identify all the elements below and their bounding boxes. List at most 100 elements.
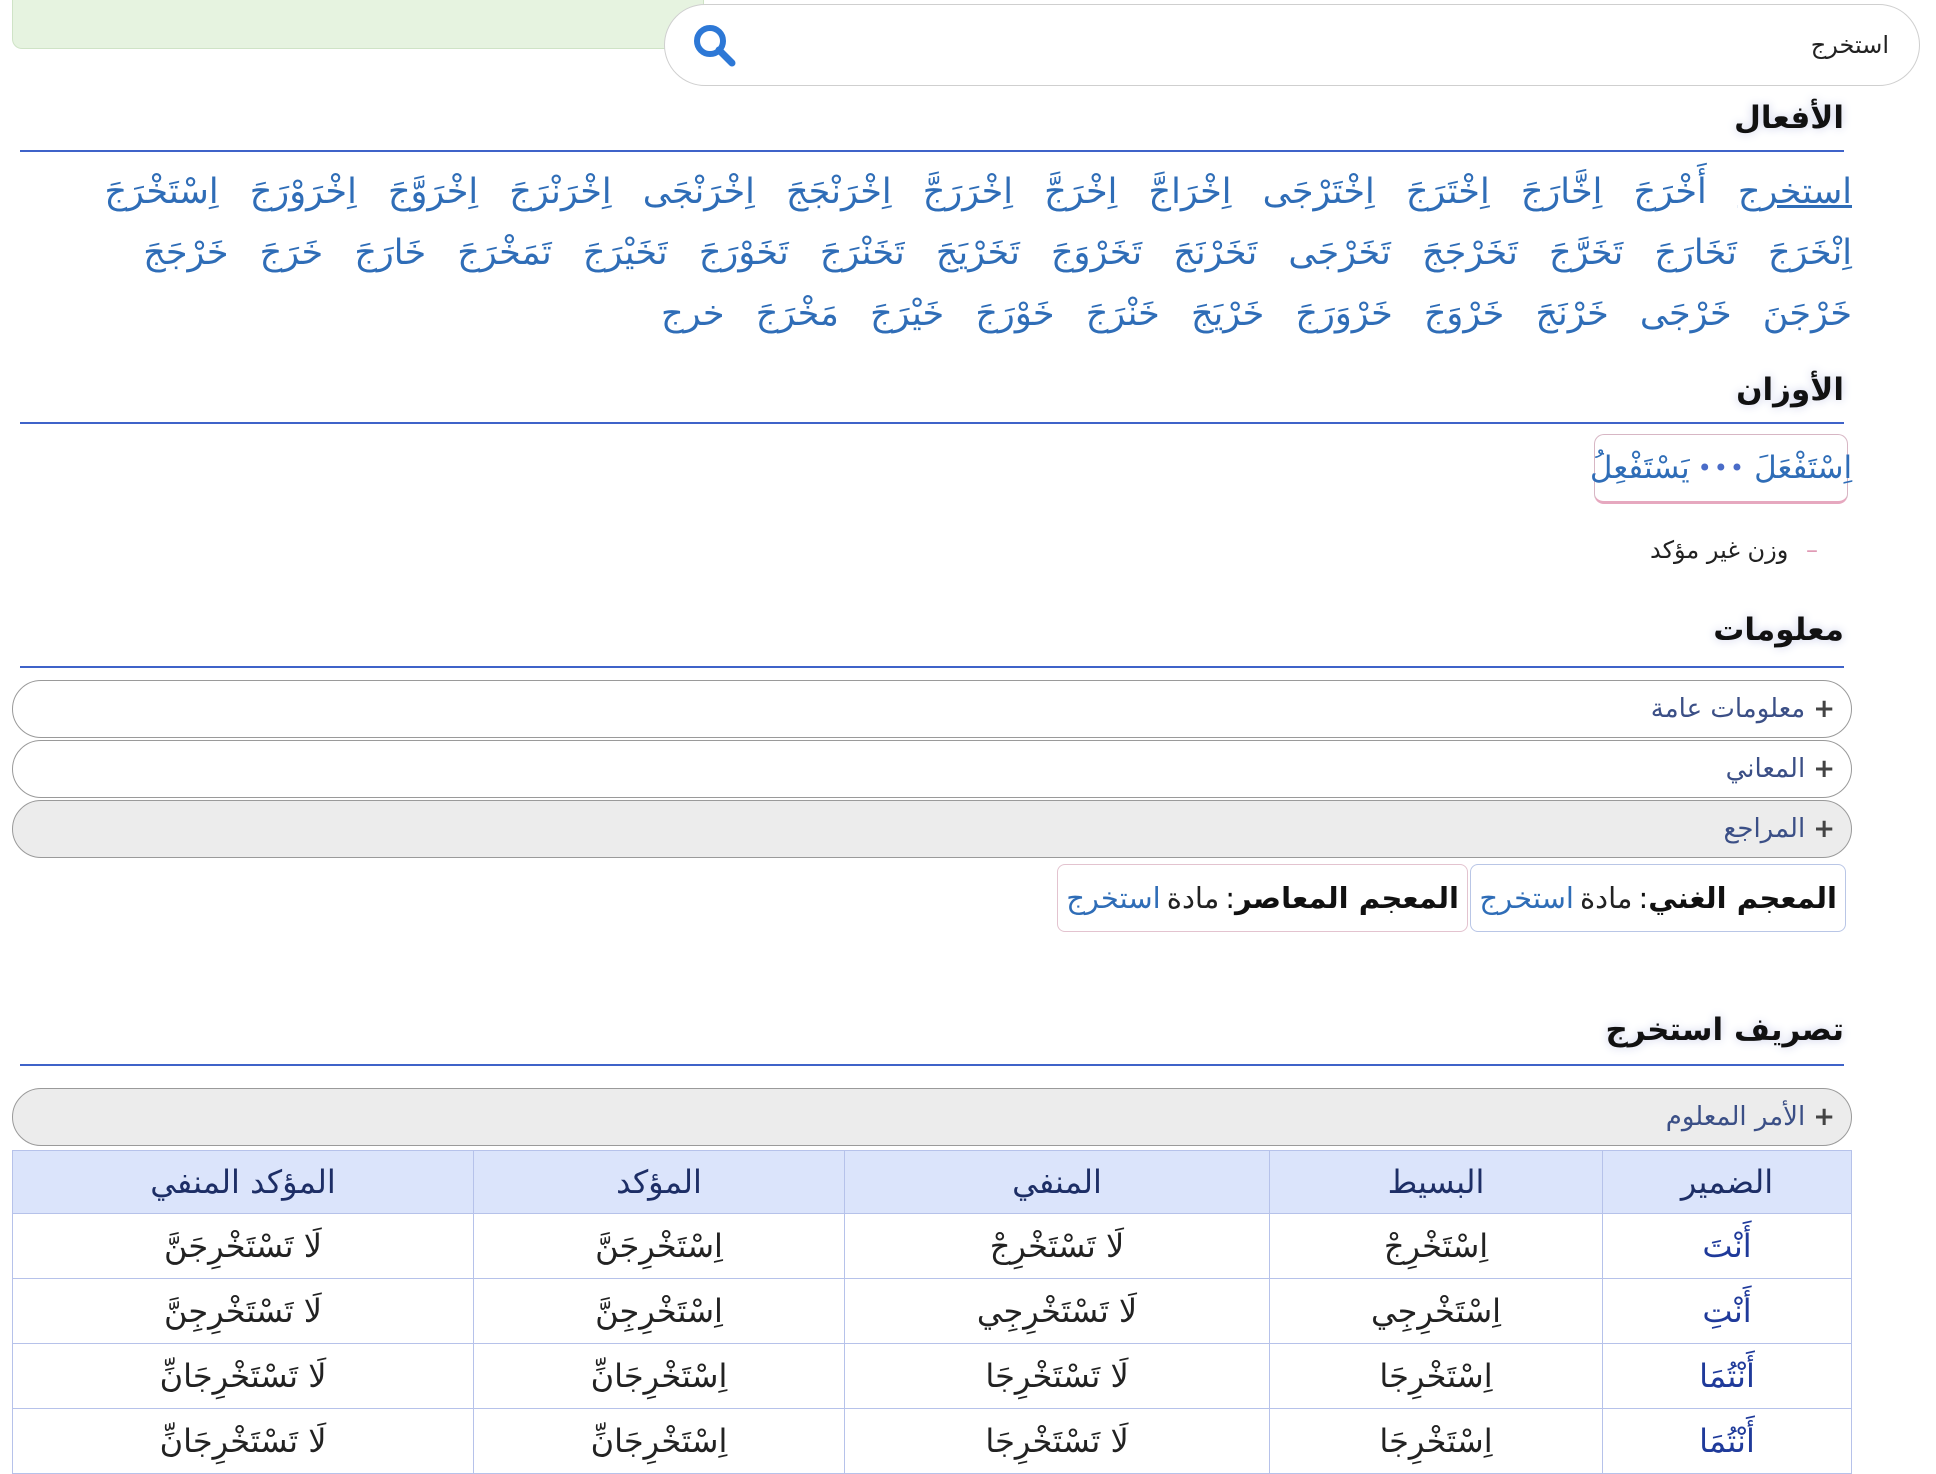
verb-link[interactable]: اِخْرَوْرَجَ [250, 172, 357, 212]
dictionary-colon: : [1225, 881, 1236, 915]
verb-link[interactable]: تَخَرْيَجَ [936, 233, 1020, 273]
verb-link[interactable]: تَخَرَّجَ [1549, 233, 1623, 273]
awzan-divider [20, 422, 1844, 424]
note-text: وزن غير مؤكد [1649, 536, 1789, 564]
dictionary-word-link[interactable]: استخرج [1066, 881, 1161, 915]
column-header: البسيط [1269, 1150, 1603, 1214]
search-bar[interactable]: استخرج [664, 4, 1920, 86]
column-header: المنفي [844, 1150, 1270, 1214]
verb-link[interactable]: خَرْجَجَ [143, 233, 228, 273]
dictionary-word-link[interactable]: استخرج [1479, 881, 1574, 915]
verb-link[interactable]: خَرَجَ [260, 233, 324, 273]
verb-link[interactable]: تَخَوْرَجَ [699, 233, 789, 273]
table-cell: أَنْتَ [1602, 1213, 1852, 1279]
info-section-title: معلومات [1713, 612, 1844, 648]
verbs-divider [20, 150, 1844, 152]
search-icon[interactable] [689, 20, 739, 70]
verb-link[interactable]: اِخَّارَجَ [1521, 172, 1603, 212]
verb-link[interactable]: تَخَارَجَ [1654, 233, 1737, 273]
verb-link[interactable]: خَرْجَى [1640, 294, 1732, 334]
table-cell: لَا تَسْتَخْرِجِنَّ [12, 1278, 474, 1344]
table-cell: أَنْتُمَا [1602, 1343, 1852, 1409]
verb-link[interactable]: اِخْرَنْرَجَ [509, 172, 611, 212]
dictionary-colon: : [1638, 881, 1649, 915]
dictionary-name: المعجم الغني [1648, 881, 1837, 915]
verb-link[interactable]: تَخَرْجَى [1288, 233, 1390, 273]
verb-link[interactable]: تَخَرْنَجَ [1173, 233, 1257, 273]
verb-link[interactable]: اِخْرَاجَّ [1149, 172, 1232, 212]
table-row: أَنْتُمَا اِسْتَخْرِجَا لَا تَسْتَخْرِجَ… [12, 1408, 1852, 1474]
table-cell: أَنْتِ [1602, 1278, 1852, 1344]
table-cell: اِسْتَخْرِجَنَّ [473, 1213, 845, 1279]
awzan-section-title: الأوزان [1736, 372, 1844, 408]
verb-link[interactable]: اِخْرَنْجَجَ [786, 172, 892, 212]
accordion-general-info[interactable]: + معلومات عامة [12, 680, 1852, 738]
verb-link[interactable]: تَخَنْرَجَ [820, 233, 905, 273]
table-cell: لَا تَسْتَخْرِجَا [844, 1408, 1270, 1474]
table-cell: اِسْتَخْرِجِي [1269, 1278, 1603, 1344]
dictionary-prefix: مادة [1579, 881, 1633, 915]
table-cell: اِسْتَخْرِجَا [1269, 1343, 1603, 1409]
verb-link[interactable]: خَرْنَجَ [1535, 294, 1608, 334]
table-cell: اِسْتَخْرِجَانِّ [473, 1408, 845, 1474]
verb-link[interactable]: تَمَخْرَجَ [457, 233, 551, 273]
accordion-imperative[interactable]: + الأمر المعلوم [12, 1088, 1852, 1146]
accordion-meanings[interactable]: + المعاني [12, 740, 1852, 798]
verb-link[interactable]: اِخْتَرْجَى [1263, 172, 1375, 212]
verb-link[interactable]: تَخَرْجَجَ [1422, 233, 1518, 273]
conjugation-section-title: تصريف استخرج [1605, 1012, 1844, 1048]
verb-link[interactable]: اِخْرَرَجَّ [923, 172, 1013, 212]
dictionary-ghani[interactable]: المعجم الغني : مادة استخرج [1470, 864, 1846, 932]
accordion-label: المراجع [1723, 814, 1806, 844]
table-cell: لَا تَسْتَخْرِجِي [844, 1278, 1270, 1344]
verb-link[interactable]: خرج [661, 294, 725, 334]
table-header-row: الضمير البسيط المنفي المؤكد المؤكد المنف… [12, 1150, 1852, 1214]
verb-link[interactable]: أَخْرَجَ [1633, 172, 1706, 212]
verb-link[interactable]: خَوْرَجَ [975, 294, 1054, 334]
wazn-note: – وزن غير مؤكد [1650, 536, 1818, 564]
accordion-label: الأمر المعلوم [1665, 1102, 1806, 1132]
top-banner [12, 0, 704, 49]
accordion-label: المعاني [1725, 754, 1806, 784]
accordion-references[interactable]: + المراجع [12, 800, 1852, 858]
table-cell: لَا تَسْتَخْرِجَنَّ [12, 1213, 474, 1279]
verb-link[interactable]: اِخْرَنْجَى [643, 172, 755, 212]
verb-link[interactable]: خَرْوَجَ [1424, 294, 1504, 334]
verb-link[interactable]: تَخَيْرَجَ [583, 233, 668, 273]
column-header: الضمير [1602, 1150, 1852, 1214]
conjugation-table: الضمير البسيط المنفي المؤكد المؤكد المنف… [12, 1150, 1852, 1474]
expand-icon: + [1813, 694, 1835, 724]
verb-link[interactable]: تَخَرْوَجَ [1051, 233, 1142, 273]
dictionary-muasir[interactable]: المعجم المعاصر : مادة استخرج [1057, 864, 1468, 932]
expand-icon: + [1813, 814, 1835, 844]
verb-link[interactable]: اِخْرَوَّجَ [388, 172, 478, 212]
verb-link[interactable]: اِسْتَخْرَجَ [104, 172, 218, 212]
table-cell: اِسْتَخْرِجْ [1269, 1213, 1603, 1279]
verb-link[interactable]: اِنْخَرَجَ [1768, 233, 1852, 273]
table-cell: اِسْتَخْرِجَا [1269, 1408, 1603, 1474]
verb-link[interactable]: خَرْوَرَجَ [1295, 294, 1392, 334]
table-cell: أَنْتُمَا [1602, 1408, 1852, 1474]
wazn-separator: ••• [1697, 454, 1747, 482]
verb-link[interactable]: مَخْرَجَ [756, 294, 839, 334]
verb-link[interactable]: استخرج [1738, 172, 1852, 212]
verb-link[interactable]: خَيْرَجَ [870, 294, 944, 334]
verb-link[interactable]: خَنْرَجَ [1086, 294, 1160, 334]
table-cell: لَا تَسْتَخْرِجْ [844, 1213, 1270, 1279]
wazn-link[interactable]: اِسْتَفْعَلَ ••• يَسْتَفْعِلُ [1590, 434, 1852, 504]
verb-link[interactable]: خَرْيَجَ [1191, 294, 1264, 334]
table-cell: اِسْتَخْرِجِنَّ [473, 1278, 845, 1344]
verb-link[interactable]: اِخْتَرَجَ [1406, 172, 1490, 212]
search-input[interactable]: استخرج [1811, 31, 1889, 59]
expand-icon: + [1813, 754, 1835, 784]
table-cell: لَا تَسْتَخْرِجَا [844, 1343, 1270, 1409]
table-cell: لَا تَسْتَخْرِجَانِّ [12, 1343, 474, 1409]
verb-link[interactable]: اِخْرَجَّ [1044, 172, 1117, 212]
verbs-section-title: الأفعال [1733, 100, 1844, 136]
accordion-label: معلومات عامة [1650, 694, 1806, 724]
verb-link[interactable]: خَارَجَ [354, 233, 426, 273]
wazn-present: يَسْتَفْعِلُ [1589, 450, 1690, 486]
info-divider [20, 666, 1844, 668]
column-header: المؤكد [473, 1150, 845, 1214]
verb-link[interactable]: خَرْجَنَ [1763, 294, 1852, 334]
